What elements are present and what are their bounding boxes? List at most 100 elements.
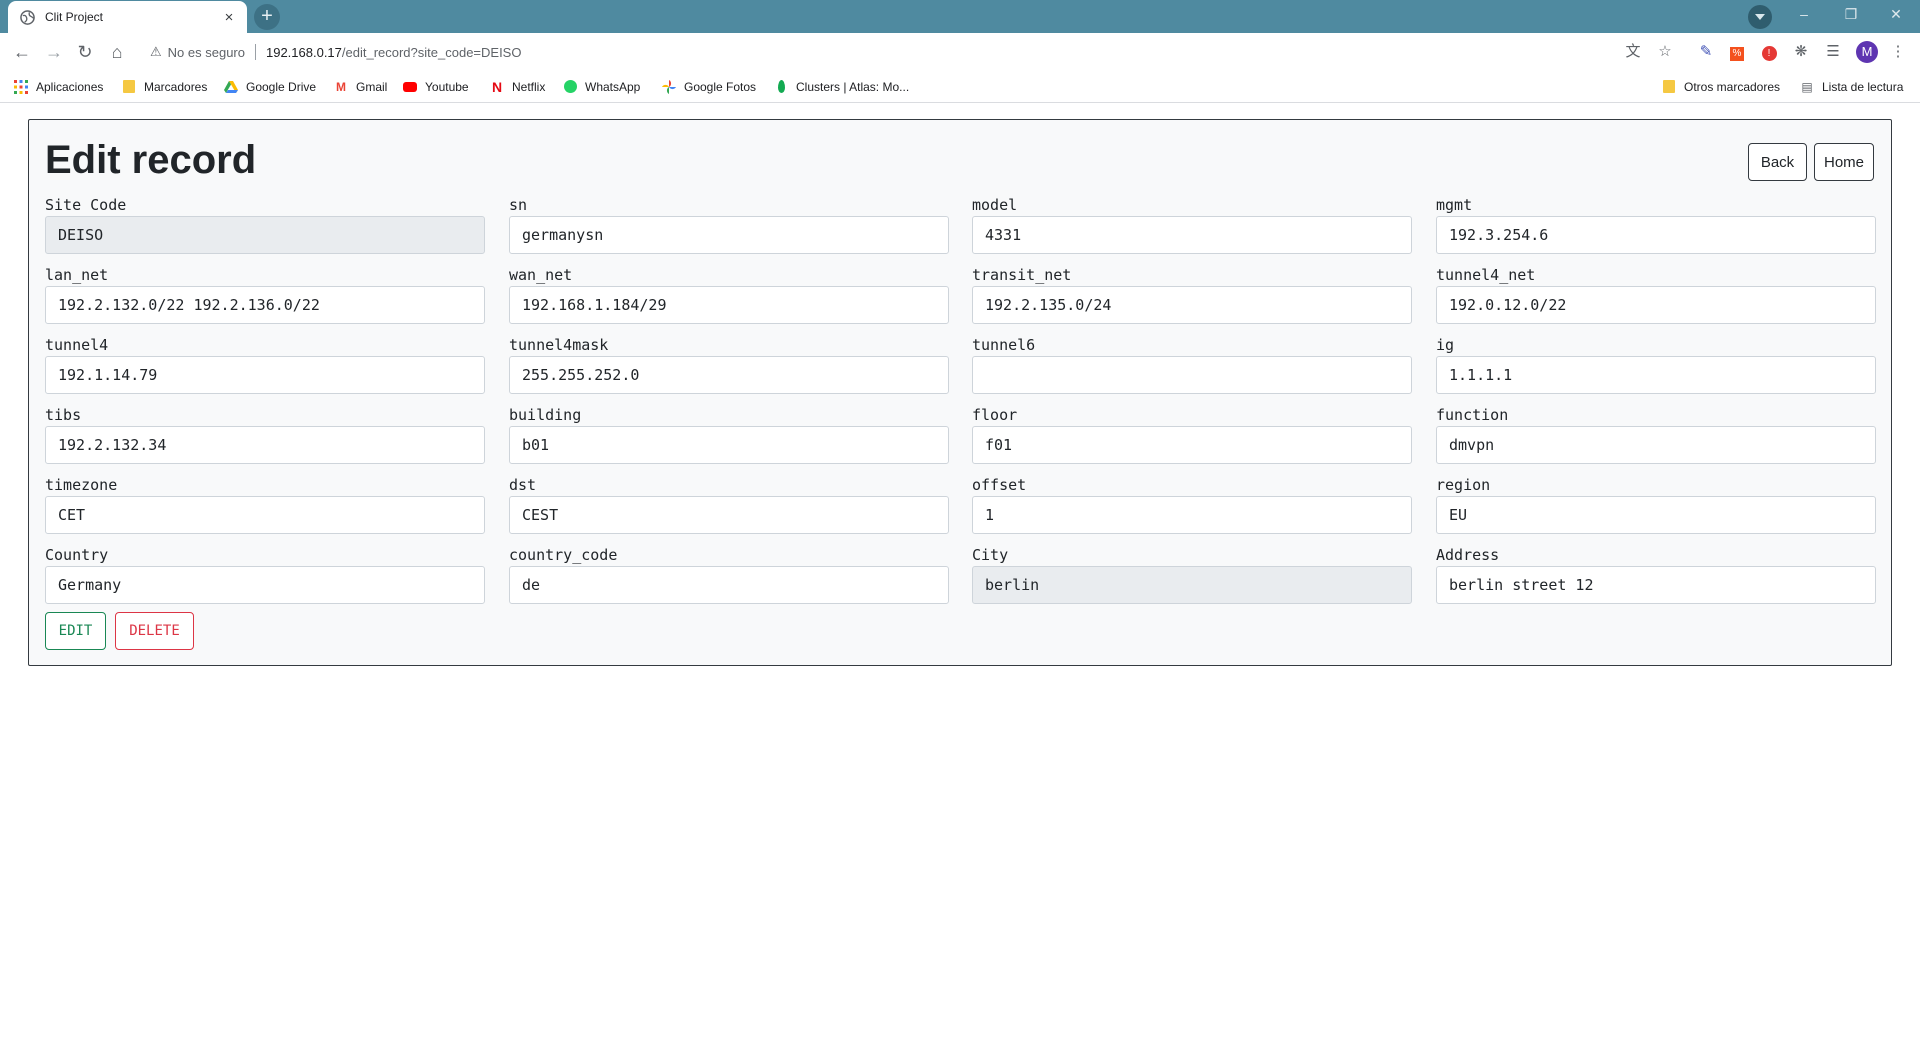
reload-icon[interactable]: ↻ — [74, 41, 96, 63]
bookmark-marcadores[interactable]: Marcadores — [122, 71, 207, 103]
menu-dots-icon[interactable]: ⋮ — [1888, 41, 1908, 63]
wan-net-input[interactable] — [509, 286, 949, 324]
function-input[interactable] — [1436, 426, 1876, 464]
home-button[interactable]: Home — [1814, 143, 1874, 181]
back-arrow-icon[interactable]: ← — [11, 41, 33, 63]
browser-tab[interactable]: Clit Project × — [8, 1, 247, 33]
profile-avatar[interactable]: M — [1856, 41, 1878, 63]
gmail-icon: M — [336, 80, 346, 94]
pen-extension-icon[interactable]: ✎ — [1696, 41, 1716, 63]
netflix-icon: N — [491, 79, 503, 95]
building-input[interactable] — [509, 426, 949, 464]
bookmark-netflix[interactable]: N Netflix — [490, 71, 545, 103]
reading-list-label: Lista de lectura — [1822, 80, 1904, 94]
address-bar[interactable]: ⚠ No es seguro 192.168.0.17 /edit_record… — [140, 37, 1680, 67]
close-tab-icon[interactable]: × — [221, 9, 237, 26]
translate-icon[interactable]: 文 — [1623, 41, 1643, 63]
label-region: region — [1436, 476, 1491, 494]
bookmark-google-photos[interactable]: Google Fotos — [662, 71, 756, 103]
label-site-code: Site Code — [45, 196, 127, 214]
tunnel6-input[interactable] — [972, 356, 1412, 394]
label-sn: sn — [509, 196, 528, 214]
transit-net-input[interactable] — [972, 286, 1412, 324]
label-address: Address — [1436, 546, 1500, 564]
bookmark-label: WhatsApp — [585, 80, 641, 94]
home-icon[interactable]: ⌂ — [106, 41, 128, 63]
google-drive-icon — [224, 80, 238, 94]
region-input[interactable] — [1436, 496, 1876, 534]
extensions-puzzle-icon[interactable]: ❋ — [1791, 41, 1811, 63]
label-floor: floor — [972, 406, 1018, 424]
label-country: Country — [45, 546, 109, 564]
bookmark-google-drive[interactable]: Google Drive — [224, 71, 316, 103]
url-path: /edit_record?site_code=DEISO — [341, 44, 522, 60]
minimize-icon[interactable]: – — [1794, 6, 1814, 22]
bookmark-whatsapp[interactable]: WhatsApp — [563, 71, 640, 103]
restore-icon[interactable]: ❐ — [1841, 6, 1861, 23]
bookmark-label: Netflix — [512, 80, 546, 94]
label-ig: ig — [1436, 336, 1455, 354]
mgmt-input[interactable] — [1436, 216, 1876, 254]
city-input[interactable] — [972, 566, 1412, 604]
site-code-input[interactable] — [45, 216, 485, 254]
bookmark-gmail[interactable]: M Gmail — [334, 71, 387, 103]
label-tunnel6: tunnel6 — [972, 336, 1036, 354]
label-transit-net: transit_net — [972, 266, 1072, 284]
ig-input[interactable] — [1436, 356, 1876, 394]
bookmark-apps[interactable]: Aplicaciones — [14, 71, 103, 103]
media-queue-icon[interactable]: ☰ — [1823, 41, 1843, 63]
label-offset: offset — [972, 476, 1027, 494]
bookmark-label: Google Fotos — [684, 80, 757, 94]
bookmark-youtube[interactable]: Youtube — [403, 71, 469, 103]
label-mgmt: mgmt — [1436, 196, 1473, 214]
label-city: City — [972, 546, 1009, 564]
bookmark-other-folder[interactable]: Otros marcadores — [1662, 71, 1780, 103]
sn-input[interactable] — [509, 216, 949, 254]
bookmark-label: Google Drive — [246, 80, 317, 94]
close-window-icon[interactable]: ✕ — [1886, 6, 1906, 23]
adblock-extension-icon[interactable]: ! — [1759, 41, 1779, 63]
address-input[interactable] — [1436, 566, 1876, 604]
bookmark-label: Gmail — [356, 80, 388, 94]
label-tibs: tibs — [45, 406, 82, 424]
floor-input[interactable] — [972, 426, 1412, 464]
label-building: building — [509, 406, 582, 424]
tab-search-icon[interactable] — [1748, 5, 1772, 29]
browser-titlebar: Clit Project × + – ❐ ✕ — [0, 0, 1920, 33]
page-title: Edit record — [45, 138, 257, 182]
tunnel4-net-input[interactable] — [1436, 286, 1876, 324]
google-photos-icon — [662, 80, 676, 94]
bookmark-mongodb-atlas[interactable]: Clusters | Atlas: Mo... — [774, 71, 909, 103]
bookmarks-bar: Aplicaciones Marcadores Google Drive M G… — [0, 71, 1920, 103]
tibs-input[interactable] — [45, 426, 485, 464]
delete-button[interactable]: DELETE — [115, 612, 194, 650]
bookmark-label: Youtube — [425, 80, 469, 94]
label-dst: dst — [509, 476, 537, 494]
lan-net-input[interactable] — [45, 286, 485, 324]
office-extension-icon[interactable]: % — [1727, 41, 1747, 63]
url-host: 192.168.0.17 — [265, 44, 342, 60]
dst-input[interactable] — [509, 496, 949, 534]
warning-triangle-icon: ⚠ — [150, 44, 162, 59]
country-code-input[interactable] — [509, 566, 949, 604]
reading-list-button[interactable]: ▤ Lista de lectura — [1800, 71, 1903, 103]
bookmark-label: Marcadores — [144, 80, 208, 94]
edit-button[interactable]: EDIT — [45, 612, 106, 650]
label-model: model — [972, 196, 1018, 214]
back-button[interactable]: Back — [1748, 143, 1807, 181]
new-tab-button[interactable]: + — [254, 4, 280, 30]
security-status[interactable]: No es seguro — [168, 45, 245, 60]
model-input[interactable] — [972, 216, 1412, 254]
whatsapp-icon — [563, 80, 577, 94]
offset-input[interactable] — [972, 496, 1412, 534]
browser-toolbar: ← → ↻ ⌂ ⚠ No es seguro 192.168.0.17 /edi… — [0, 33, 1920, 71]
mongodb-leaf-icon — [774, 80, 788, 94]
tunnel4mask-input[interactable] — [509, 356, 949, 394]
youtube-icon — [403, 80, 417, 94]
tunnel4-input[interactable] — [45, 356, 485, 394]
bookmark-star-icon[interactable]: ☆ — [1655, 41, 1675, 63]
country-input[interactable] — [45, 566, 485, 604]
timezone-input[interactable] — [45, 496, 485, 534]
forward-arrow-icon[interactable]: → — [43, 41, 65, 63]
label-country-code: country_code — [509, 546, 618, 564]
